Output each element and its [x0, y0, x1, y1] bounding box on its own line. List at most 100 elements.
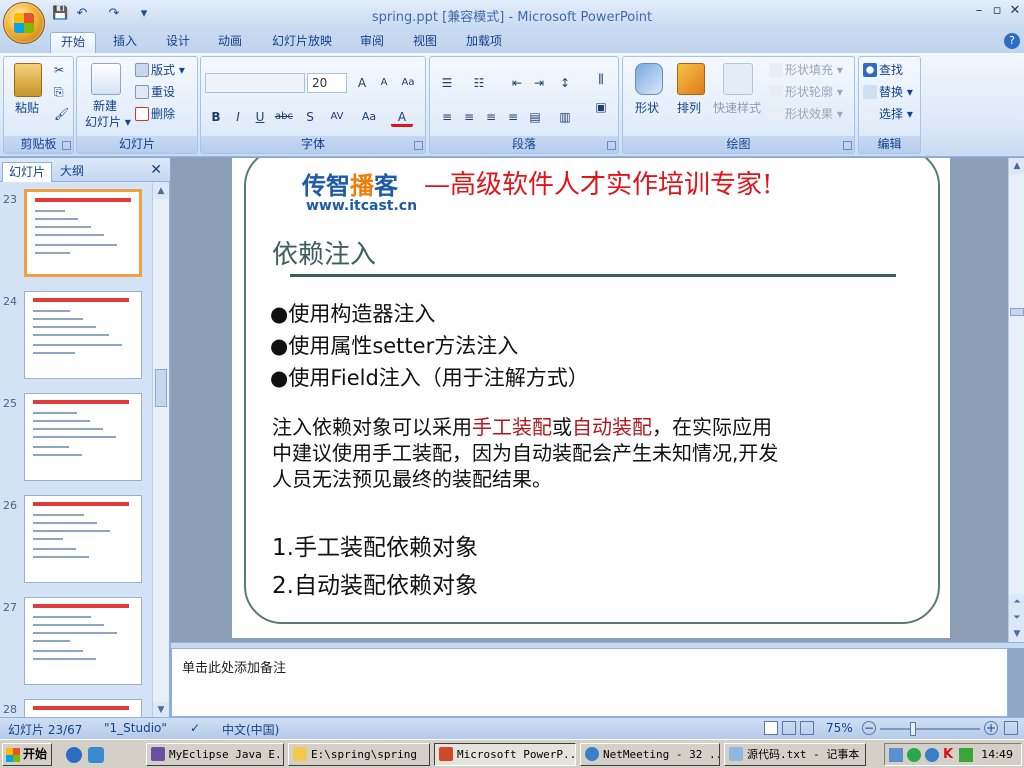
- tab-view[interactable]: 视图: [403, 32, 447, 53]
- zoom-slider[interactable]: [880, 722, 980, 736]
- increase-indent-icon[interactable]: ⇥: [528, 73, 550, 93]
- taskbar-item-explorer[interactable]: E:\spring\spring: [288, 743, 430, 766]
- language[interactable]: 中文(中国): [222, 721, 279, 738]
- shape-effects-button[interactable]: 形状效果 ▾: [769, 105, 843, 123]
- taskbar-item-notepad[interactable]: 源代码.txt - 记事本: [724, 743, 866, 766]
- zoom-out-icon[interactable]: −: [862, 721, 876, 735]
- clipboard-launcher-icon[interactable]: [62, 141, 71, 150]
- minimize-button[interactable]: –: [970, 4, 988, 19]
- slide[interactable]: 传智播客 www.itcast.cn —高级软件人才实作培训专家! 依赖注入 ●…: [232, 158, 950, 638]
- shape-outline-button[interactable]: 形状轮廓 ▾: [769, 83, 843, 101]
- close-button[interactable]: ✕: [1006, 4, 1024, 19]
- slide-scrollbar[interactable]: ▲ ⏶ ⏷ ▼: [1008, 158, 1024, 642]
- shape-fill-button[interactable]: 形状填充 ▾: [769, 61, 843, 79]
- arrange-icon[interactable]: [677, 63, 705, 95]
- char-spacing-button[interactable]: AV: [323, 107, 351, 127]
- quick-styles-button[interactable]: 快速样式: [713, 99, 761, 116]
- tab-design[interactable]: 设计: [156, 32, 200, 53]
- drawing-launcher-icon[interactable]: [843, 141, 852, 150]
- clear-format-button[interactable]: Aa: [397, 73, 419, 93]
- copy-icon[interactable]: ⎘: [54, 83, 64, 101]
- tray-app-icon[interactable]: [959, 748, 973, 762]
- close-icon[interactable]: ✕: [150, 162, 162, 178]
- ie-icon[interactable]: [66, 747, 82, 763]
- sorter-view-icon[interactable]: [782, 721, 796, 735]
- decrease-indent-icon[interactable]: ⇤: [506, 73, 528, 93]
- tray-globe-icon[interactable]: [925, 748, 939, 762]
- font-size-combo[interactable]: 20: [307, 73, 347, 93]
- bullet-item[interactable]: ●使用Field注入（用于注解方式）: [270, 362, 589, 392]
- paragraph-line-1[interactable]: 注入依赖对象可以采用手工装配或自动装配，在实际应用: [272, 414, 772, 440]
- slide-thumbnail[interactable]: [24, 495, 142, 583]
- align-text-icon[interactable]: ▣: [590, 97, 612, 117]
- paragraph-line-3[interactable]: 人员无法预见最终的装配结果。: [272, 466, 552, 492]
- slideshow-view-icon[interactable]: [800, 721, 814, 735]
- scroll-down-icon[interactable]: ▼: [153, 702, 169, 718]
- reset-button[interactable]: 重设: [135, 83, 175, 101]
- shrink-font-button[interactable]: A: [373, 73, 395, 93]
- normal-view-icon[interactable]: [764, 721, 778, 735]
- align-left-icon[interactable]: ≡: [436, 107, 458, 127]
- zoom-level[interactable]: 75%: [826, 721, 853, 735]
- zoom-in-icon[interactable]: +: [984, 721, 998, 735]
- select-button[interactable]: 选择 ▾: [863, 105, 913, 123]
- font-color-button[interactable]: A: [391, 107, 413, 127]
- shadow-button[interactable]: S: [299, 107, 321, 127]
- format-painter-icon[interactable]: 🖌: [54, 105, 69, 123]
- numbered-item[interactable]: 1.手工装配依赖对象: [272, 528, 478, 562]
- columns-icon[interactable]: ▥: [554, 107, 576, 127]
- quick-styles-icon[interactable]: [723, 63, 753, 95]
- tab-slides[interactable]: 幻灯片: [2, 162, 53, 182]
- scroll-down-icon[interactable]: ▼: [1009, 626, 1024, 642]
- taskbar-item-netmeeting[interactable]: NetMeeting - 32 ...: [580, 743, 720, 766]
- tab-review[interactable]: 审阅: [350, 32, 394, 53]
- numbered-item[interactable]: 2.自动装配依赖对象: [272, 566, 478, 600]
- spelling-icon[interactable]: ✓: [190, 721, 200, 735]
- scroll-thumb[interactable]: [155, 369, 167, 407]
- grow-font-button[interactable]: A: [351, 73, 373, 93]
- paragraph-launcher-icon[interactable]: [607, 141, 616, 150]
- bullets-icon[interactable]: ☰: [436, 73, 458, 93]
- tray-network-icon[interactable]: [889, 748, 903, 762]
- slide-thumbnail[interactable]: [24, 393, 142, 481]
- zoom-slider-thumb[interactable]: [910, 722, 916, 736]
- paste-icon[interactable]: [14, 63, 42, 97]
- tab-insert[interactable]: 插入: [103, 32, 147, 53]
- start-button[interactable]: 开始: [2, 743, 52, 766]
- shapes-button[interactable]: 形状: [635, 99, 659, 116]
- bullet-item[interactable]: ●使用构造器注入: [270, 298, 435, 328]
- prev-slide-icon[interactable]: ⏶: [1009, 594, 1024, 610]
- tray-k-icon[interactable]: K: [943, 747, 953, 762]
- scroll-up-icon[interactable]: ▲: [153, 183, 169, 199]
- thumbnails-scrollbar[interactable]: ▲ ▼: [152, 183, 169, 718]
- quicklaunch-icon[interactable]: [88, 747, 104, 763]
- paste-button[interactable]: 粘贴: [15, 99, 39, 116]
- tray-status-icon[interactable]: [907, 748, 921, 762]
- theme-name[interactable]: "1_Studio": [104, 721, 167, 735]
- cut-icon[interactable]: ✂: [54, 61, 64, 79]
- font-name-combo[interactable]: [205, 73, 305, 93]
- slide-thumbnail[interactable]: [24, 189, 142, 277]
- tab-addins[interactable]: 加载项: [456, 32, 512, 53]
- italic-button[interactable]: I: [227, 107, 249, 127]
- tab-home[interactable]: 开始: [50, 32, 97, 53]
- tab-outline[interactable]: 大纲: [54, 162, 90, 182]
- replace-button[interactable]: 替换 ▾: [863, 83, 913, 101]
- numbering-icon[interactable]: ☷: [468, 73, 490, 93]
- text-direction-icon[interactable]: ⫼: [590, 69, 612, 89]
- next-slide-icon[interactable]: ⏷: [1009, 610, 1024, 626]
- new-slide-label-2[interactable]: 幻灯片 ▾: [85, 113, 131, 130]
- notes-pane[interactable]: 单击此处添加备注: [171, 648, 1008, 717]
- change-case-button[interactable]: Aa: [355, 107, 383, 127]
- help-icon[interactable]: ?: [1004, 33, 1020, 49]
- align-right-icon[interactable]: ≡: [480, 107, 502, 127]
- line-spacing-icon[interactable]: ↕: [554, 73, 576, 93]
- tab-animations[interactable]: 动画: [208, 32, 252, 53]
- scroll-thumb[interactable]: [1010, 308, 1024, 316]
- office-button[interactable]: [3, 2, 45, 44]
- taskbar-item-powerpoint[interactable]: Microsoft PowerP...: [434, 743, 576, 766]
- strikethrough-button[interactable]: abc: [273, 107, 295, 127]
- slide-thumbnail[interactable]: [24, 699, 142, 718]
- font-launcher-icon[interactable]: [414, 141, 423, 150]
- justify-icon[interactable]: ≡: [502, 107, 524, 127]
